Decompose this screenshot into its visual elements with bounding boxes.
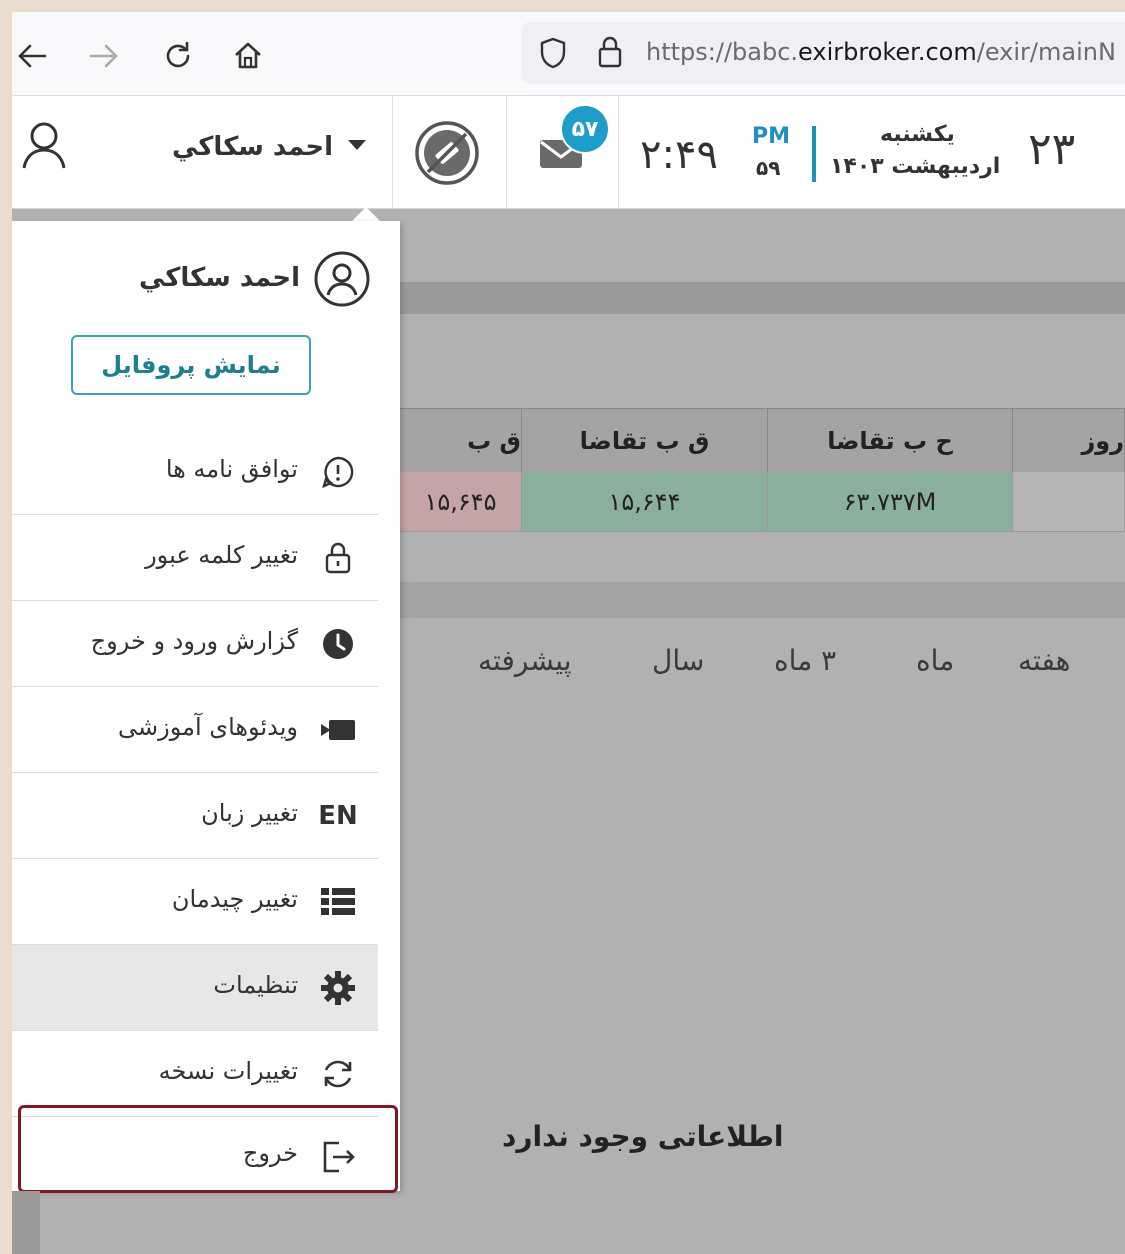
logout-highlight [18, 1105, 398, 1193]
menu-item-settings[interactable]: تنظیمات [12, 945, 378, 1031]
panel-edge [12, 1191, 40, 1254]
menu-item-label: تنظیمات [213, 971, 298, 999]
table-header: روز [1013, 408, 1125, 472]
table-cell: ۱۵,۶۴۵ [400, 472, 522, 532]
user-name-menu[interactable]: احمد سكاكي [172, 132, 333, 162]
screen: https://babc.exirbroker.com/exir/mainN ا… [12, 12, 1125, 1254]
menu-item-label: توافق نامه ها [165, 455, 298, 483]
clock-time: ۲:۴۹ [640, 132, 718, 178]
menu-item-change-password[interactable]: تغییر کلمه عبور [12, 515, 378, 601]
panel-divider [400, 582, 1125, 618]
refresh-icon [318, 1054, 358, 1094]
menu-item-change-layout[interactable]: تغییر چیدمان [12, 859, 378, 945]
menu-item-label: تغییر زبان [201, 799, 298, 827]
user-icon[interactable] [16, 116, 72, 180]
language-icon: EN [318, 801, 358, 831]
url-text: https://babc.exirbroker.com/exir/mainN [646, 38, 1116, 66]
menu-item-login-report[interactable]: گزارش ورود و خروج [12, 601, 378, 687]
table-header: ق ب تقاضا [522, 408, 768, 472]
tab-advanced[interactable]: پیشرفته [478, 644, 572, 677]
chevron-down-icon[interactable] [348, 140, 366, 150]
time-seconds: ۵۹ [756, 156, 781, 180]
video-icon [318, 710, 358, 750]
table-cell [1013, 472, 1125, 532]
unread-badge[interactable]: ۵۷ [560, 104, 610, 154]
table-header: ق ب [400, 408, 522, 472]
layout-icon [318, 882, 358, 922]
home-icon[interactable] [226, 34, 270, 78]
dropdown-user-name: احمد سكاكي [138, 263, 300, 293]
table-header: ح ب تقاضا [768, 408, 1013, 472]
menu-item-change-language[interactable]: EN تغییر زبان [12, 773, 378, 859]
panel-divider [400, 282, 1125, 314]
menu-item-agreements[interactable]: توافق نامه ها [12, 429, 378, 515]
avatar-icon [314, 251, 370, 307]
weekday: یکشنبه [880, 122, 955, 147]
agreement-icon [318, 452, 358, 492]
gear-icon [318, 968, 358, 1008]
no-data-message: اطلاعاتی وجود ندارد [502, 1120, 784, 1153]
table-cell: ۶۳.۷۳۷M [768, 472, 1013, 532]
tab-week[interactable]: هفته [1018, 644, 1070, 677]
arrow-right-icon[interactable] [82, 34, 126, 78]
clock-icon [318, 624, 358, 664]
arrow-left-icon[interactable] [12, 34, 54, 78]
menu-item-tutorial-videos[interactable]: ویدئوهای آموزشی [12, 687, 378, 773]
show-profile-button[interactable]: نمایش پروفایل [71, 335, 311, 395]
address-bar[interactable]: https://babc.exirbroker.com/exir/mainN [522, 22, 1125, 84]
period-tabs: هفته ماه ۳ ماه سال پیشرفته [472, 644, 1125, 694]
disconnect-plug-icon[interactable] [414, 120, 480, 190]
menu-item-label: ویدئوهای آموزشی [118, 713, 298, 741]
tab-year[interactable]: سال [652, 644, 704, 677]
date-divider [812, 126, 816, 182]
month-year: اردیبهشت ۱۴۰۳ [830, 154, 1001, 179]
url-path: /exir/mainN [976, 38, 1116, 66]
menu-item-label: تغییرات نسخه [158, 1057, 298, 1085]
reload-icon[interactable] [156, 34, 200, 78]
menu-item-label: گزارش ورود و خروج [90, 627, 298, 655]
menu-item-label: تغییر کلمه عبور [145, 541, 298, 569]
day-number: ۲۳ [1028, 124, 1076, 175]
browser-toolbar: https://babc.exirbroker.com/exir/mainN [12, 12, 1125, 96]
tab-3-months[interactable]: ۳ ماه [774, 644, 836, 677]
menu-item-label: تغییر چیدمان [171, 885, 298, 913]
tab-month[interactable]: ماه [916, 644, 954, 677]
url-prefix: https://babc. [646, 38, 799, 66]
dropdown-pointer [352, 207, 380, 221]
time-ampm: PM [752, 124, 791, 149]
table-cell: ۱۵,۶۴۴ [522, 472, 768, 532]
shield-icon[interactable] [538, 36, 568, 74]
lock-icon [318, 538, 358, 578]
lock-icon[interactable] [596, 34, 624, 74]
url-host: exirbroker.com [798, 38, 977, 66]
user-dropdown-menu: احمد سكاكي نمایش پروفایل توافق نامه ها ت… [12, 221, 400, 1193]
